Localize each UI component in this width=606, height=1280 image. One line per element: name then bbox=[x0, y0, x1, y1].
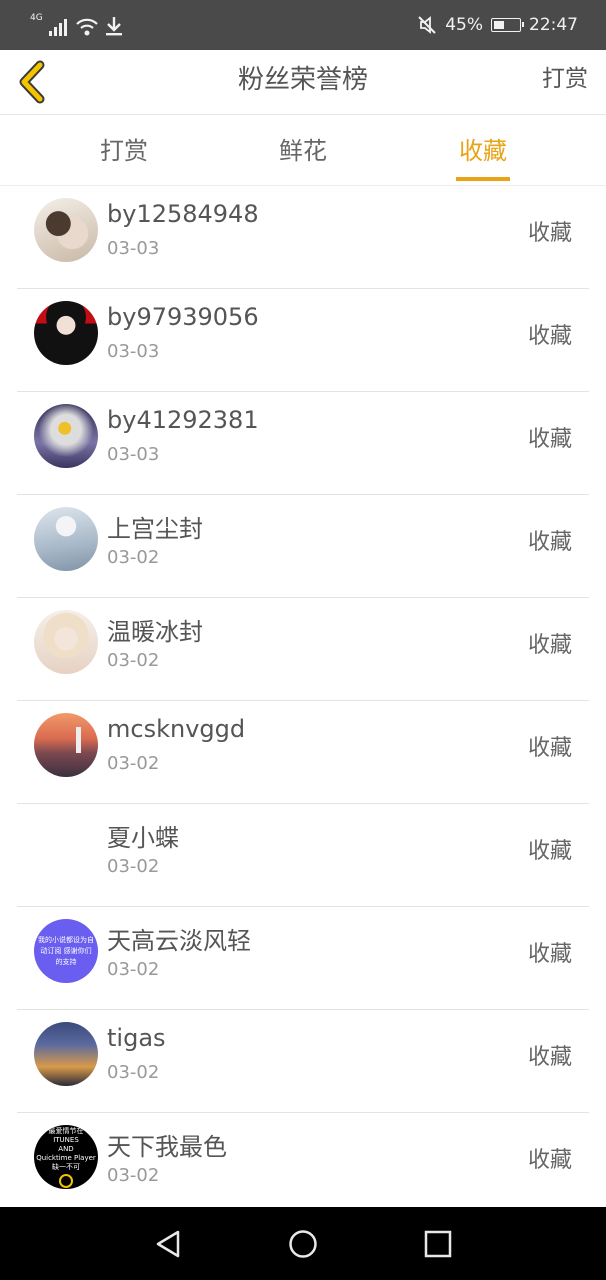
network-type: 4G bbox=[30, 13, 43, 23]
fan-list: by12584948 03-03 收藏 by97939056 03-03 收藏 … bbox=[0, 186, 606, 1216]
tab-bar: 打赏 鲜花 收藏 bbox=[0, 115, 606, 186]
fan-name: by12584948 bbox=[107, 200, 259, 228]
avatar-text: ITUNES bbox=[53, 1135, 79, 1144]
avatar[interactable] bbox=[34, 610, 98, 674]
fan-action: 收藏 bbox=[527, 324, 572, 349]
ring-icon bbox=[59, 1173, 73, 1188]
system-nav-bar bbox=[0, 1207, 606, 1280]
tab-favorites[interactable]: 收藏 bbox=[423, 115, 543, 185]
fan-action: 收藏 bbox=[527, 530, 572, 555]
battery-percent: 45% bbox=[445, 15, 483, 35]
tab-underline bbox=[456, 177, 510, 181]
fan-action: 收藏 bbox=[527, 1148, 572, 1173]
list-item[interactable]: 夏小蝶 03-02 收藏 bbox=[17, 804, 589, 907]
fan-date: 03-02 bbox=[107, 753, 160, 774]
fan-action: 收藏 bbox=[527, 942, 572, 967]
fan-name: 天高云淡风轻 bbox=[107, 927, 251, 955]
status-left: 4G bbox=[30, 12, 123, 36]
circle-home-icon[interactable] bbox=[288, 1229, 318, 1259]
download-icon bbox=[105, 17, 122, 36]
fan-date: 03-03 bbox=[107, 444, 160, 465]
battery-icon bbox=[491, 18, 524, 32]
avatar[interactable] bbox=[34, 507, 98, 571]
fan-date: 03-02 bbox=[107, 650, 160, 671]
square-recents-icon[interactable] bbox=[424, 1229, 452, 1259]
tab-label: 鲜花 bbox=[279, 137, 327, 165]
fan-action: 收藏 bbox=[527, 839, 572, 864]
avatar[interactable] bbox=[34, 198, 98, 262]
list-item[interactable]: 温暖冰封 03-02 收藏 bbox=[17, 598, 589, 701]
avatar[interactable]: 我的小说都设为自动订阅 感谢你们的支持 bbox=[34, 919, 98, 983]
avatar[interactable]: 最爱情节在 ITUNES AND Quicktime Player 缺一不可 bbox=[34, 1125, 98, 1189]
tab-flowers[interactable]: 鲜花 bbox=[243, 115, 363, 185]
fan-action: 收藏 bbox=[527, 221, 572, 246]
avatar-text: Quicktime Player bbox=[36, 1153, 96, 1162]
list-item[interactable]: by97939056 03-03 收藏 bbox=[17, 289, 589, 392]
list-item[interactable]: 上宫尘封 03-02 收藏 bbox=[17, 495, 589, 598]
tab-label: 打赏 bbox=[100, 137, 148, 165]
avatar[interactable] bbox=[34, 816, 98, 880]
fan-action: 收藏 bbox=[527, 427, 572, 452]
status-right: 45% 22:47 bbox=[417, 12, 578, 38]
fan-date: 03-03 bbox=[107, 238, 160, 259]
fan-name: by97939056 bbox=[107, 303, 259, 331]
list-item[interactable]: 最爱情节在 ITUNES AND Quicktime Player 缺一不可 天… bbox=[17, 1113, 589, 1216]
fan-name: 夏小蝶 bbox=[107, 824, 179, 852]
avatar-text: 缺一不可 bbox=[52, 1162, 80, 1171]
list-item[interactable]: 我的小说都设为自动订阅 感谢你们的支持 天高云淡风轻 03-02 收藏 bbox=[17, 907, 589, 1010]
fan-action: 收藏 bbox=[527, 1045, 572, 1070]
fan-date: 03-02 bbox=[107, 1165, 160, 1186]
fan-date: 03-02 bbox=[107, 856, 160, 877]
page-title: 粉丝荣誉榜 bbox=[237, 65, 368, 95]
triangle-back-icon[interactable] bbox=[154, 1229, 184, 1259]
status-bar: 4G 45% 22:47 bbox=[0, 0, 606, 50]
fan-name: 上宫尘封 bbox=[107, 515, 203, 543]
avatar[interactable] bbox=[34, 1022, 98, 1086]
avatar[interactable] bbox=[34, 404, 98, 468]
reward-button[interactable]: 打赏 bbox=[542, 50, 588, 108]
fan-name: mcsknvggd bbox=[107, 715, 246, 743]
fan-date: 03-02 bbox=[107, 959, 160, 980]
fan-name: by41292381 bbox=[107, 406, 259, 434]
avatar[interactable] bbox=[34, 301, 98, 365]
wifi-icon bbox=[75, 18, 98, 36]
avatar-text: 最爱情节在 bbox=[48, 1126, 84, 1135]
fan-date: 03-03 bbox=[107, 341, 160, 362]
tab-label: 收藏 bbox=[459, 137, 507, 165]
fan-name: 温暖冰封 bbox=[107, 618, 203, 646]
list-item[interactable]: by12584948 03-03 收藏 bbox=[17, 186, 589, 289]
fan-name: tigas bbox=[107, 1024, 166, 1052]
list-item[interactable]: by41292381 03-03 收藏 bbox=[17, 392, 589, 495]
avatar-text: AND bbox=[58, 1144, 74, 1153]
clock: 22:47 bbox=[529, 15, 578, 35]
signal-icon bbox=[48, 19, 67, 36]
avatar[interactable] bbox=[34, 713, 98, 777]
battery-fill bbox=[494, 21, 504, 29]
fan-date: 03-02 bbox=[107, 547, 160, 568]
fan-action: 收藏 bbox=[527, 736, 572, 761]
fan-action: 收藏 bbox=[527, 633, 572, 658]
mute-icon bbox=[418, 16, 436, 34]
fan-date: 03-02 bbox=[107, 1062, 160, 1083]
avatar-text: 我的小说都设为自动订阅 感谢你们的支持 bbox=[38, 935, 94, 966]
fan-name: 天下我最色 bbox=[107, 1133, 227, 1161]
list-item[interactable]: tigas 03-02 收藏 bbox=[17, 1010, 589, 1113]
tab-reward[interactable]: 打赏 bbox=[64, 115, 184, 185]
list-item[interactable]: mcsknvggd 03-02 收藏 bbox=[17, 701, 589, 804]
header: 粉丝荣誉榜 打赏 bbox=[0, 50, 606, 115]
